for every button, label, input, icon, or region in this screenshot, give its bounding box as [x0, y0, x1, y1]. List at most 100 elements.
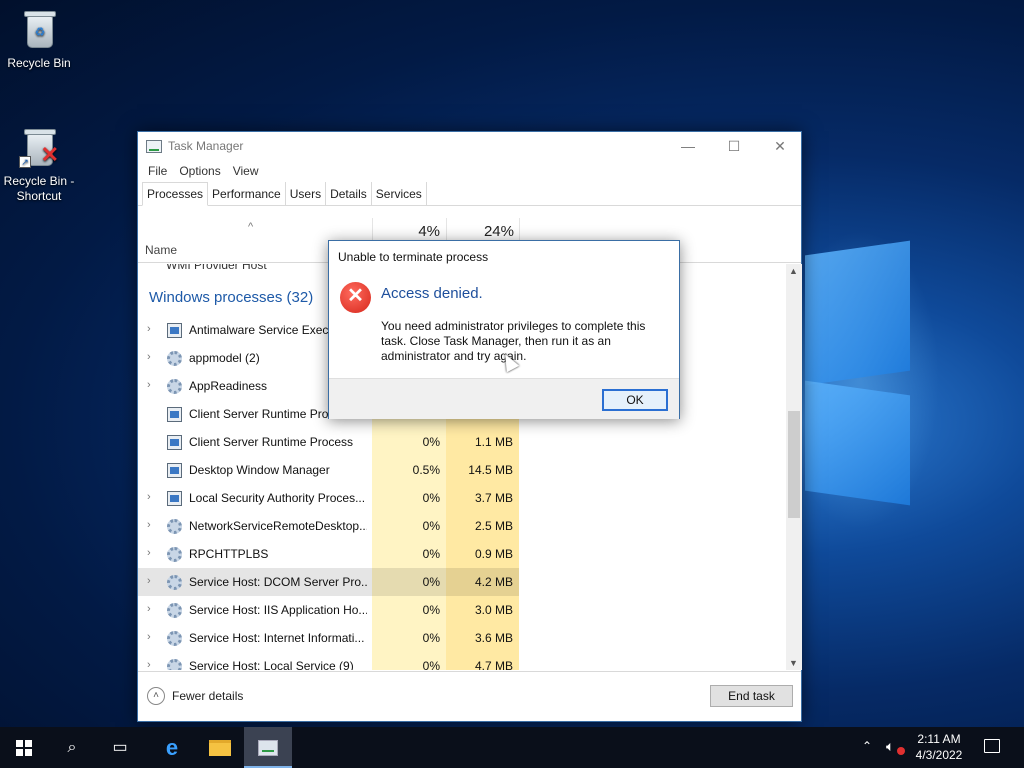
column-header-memory[interactable]: 24%	[448, 223, 514, 240]
task-manager-taskbar-icon[interactable]	[244, 727, 292, 768]
scroll-down-icon[interactable]: ▼	[789, 658, 798, 668]
desktop-icon-label: Recycle Bin - Shortcut	[3, 174, 75, 203]
gear-icon	[167, 519, 182, 534]
windows-logo-icon	[16, 739, 32, 756]
process-cpu: 0.5%	[412, 463, 440, 477]
recycle-bin-shortcut-icon: ✕ ↗	[19, 126, 59, 170]
desktop-icon-recycle-bin[interactable]: ♻ Recycle Bin	[1, 8, 77, 71]
gear-icon	[167, 351, 182, 366]
title-bar[interactable]: Task Manager — ☐ ✕	[138, 132, 801, 160]
window-icon	[167, 435, 182, 450]
vertical-scrollbar[interactable]: ▲ ▼	[786, 264, 802, 670]
chevron-right-icon[interactable]: ›	[147, 351, 151, 363]
ok-button[interactable]: OK	[602, 389, 668, 411]
tab-performance[interactable]: Performance	[208, 182, 286, 205]
dialog-message: You need administrator privileges to com…	[381, 319, 646, 363]
desktop-icon-label: Recycle Bin	[7, 56, 71, 70]
process-memory: 3.7 MB	[474, 491, 513, 505]
process-cpu: 0%	[422, 435, 440, 449]
chevron-right-icon[interactable]: ›	[147, 603, 151, 615]
action-center-icon[interactable]	[984, 739, 1000, 753]
system-clock[interactable]: 2:11 AM 4/3/2022	[908, 731, 970, 763]
process-name: Service Host: Internet Informati...	[189, 631, 365, 645]
task-manager-window: Task Manager — ☐ ✕ File Options View Pro…	[137, 131, 802, 722]
process-cpu: 0%	[422, 491, 440, 505]
file-explorer-icon[interactable]	[196, 727, 244, 768]
table-row[interactable]: › NetworkServiceRemoteDesktop... 0% 2.5 MB	[138, 512, 519, 540]
chevron-right-icon[interactable]: ›	[147, 631, 151, 643]
process-name: Desktop Window Manager	[189, 463, 330, 477]
chevron-right-icon[interactable]: ›	[147, 491, 151, 503]
search-icon[interactable]: ⌕	[48, 727, 96, 768]
table-row[interactable]: › Service Host: IIS Application Ho... 0% 3.…	[138, 596, 519, 624]
desktop-icon-recycle-bin-shortcut[interactable]: ✕ ↗ Recycle Bin - Shortcut	[1, 126, 77, 204]
chevron-right-icon[interactable]: ›	[147, 379, 151, 391]
process-cpu: 0%	[422, 659, 440, 670]
start-button[interactable]	[0, 727, 48, 768]
internet-explorer-icon[interactable]: e	[148, 727, 196, 768]
table-row[interactable]: › Service Host: DCOM Server Pro... 0% 4.2 M…	[138, 568, 519, 596]
error-icon: ✕	[340, 282, 371, 313]
task-view-icon[interactable]: ▭	[96, 727, 144, 768]
menu-options[interactable]: Options	[173, 160, 226, 182]
error-x-icon: ✕	[40, 142, 59, 167]
tab-bar: Processes Performance Users Details Serv…	[138, 182, 801, 206]
process-cpu: 0%	[422, 575, 440, 589]
process-memory: 3.6 MB	[474, 631, 513, 645]
process-memory: 3.0 MB	[474, 603, 513, 617]
chevron-right-icon[interactable]: ›	[147, 659, 151, 670]
process-cpu: 0%	[422, 603, 440, 617]
menu-file[interactable]: File	[142, 160, 173, 182]
task-manager-icon	[146, 140, 162, 153]
table-row[interactable]: Client Server Runtime Process 0% 1.1 MB	[138, 428, 519, 456]
end-task-button[interactable]: End task	[710, 685, 793, 707]
clock-time: 2:11 AM	[917, 732, 961, 746]
table-row[interactable]: › Service Host: Internet Informati... 0% 3.…	[138, 624, 519, 652]
maximize-button[interactable]: ☐	[711, 132, 757, 160]
chevron-right-icon[interactable]: ›	[147, 575, 151, 587]
process-name: Service Host: IIS Application Ho...	[189, 603, 367, 617]
column-header-name[interactable]: Name	[145, 243, 177, 257]
wallpaper-logo-pane-top	[805, 240, 910, 386]
window-icon	[167, 463, 182, 478]
volume-icon[interactable]: 🔈︎	[886, 738, 894, 755]
show-hidden-icons-chevron-icon[interactable]: ⌃	[862, 739, 872, 753]
process-cpu: 0%	[422, 519, 440, 533]
no-audio-device-icon	[897, 747, 905, 755]
process-memory: 2.5 MB	[474, 519, 513, 533]
recycle-bin-icon: ♻	[19, 8, 59, 52]
close-button[interactable]: ✕	[757, 132, 803, 160]
process-memory: 14.5 MB	[468, 463, 513, 477]
minimize-button[interactable]: —	[665, 132, 711, 160]
tab-processes[interactable]: Processes	[142, 182, 209, 206]
dialog-title: Unable to terminate process	[338, 250, 489, 264]
partial-row-label[interactable]: WMI Provider Host	[166, 264, 267, 272]
process-name: NetworkServiceRemoteDesktop...	[189, 519, 367, 533]
gear-icon	[167, 603, 182, 618]
table-row[interactable]: Desktop Window Manager 0.5% 14.5 MB	[138, 456, 519, 484]
error-dialog: Unable to terminate process ✕ Access den…	[328, 240, 680, 419]
process-name: Service Host: Local Service (9)	[189, 659, 354, 670]
gear-icon	[167, 547, 182, 562]
sort-ascending-icon[interactable]: ^	[248, 221, 253, 233]
chevron-up-circle-icon[interactable]: ˄	[147, 687, 165, 705]
table-row[interactable]: › Service Host: Local Service (9) 0% 4.7 MB	[138, 652, 519, 670]
footer-bar: ˄ Fewer details End task	[138, 671, 801, 721]
scroll-up-icon[interactable]: ▲	[789, 266, 798, 276]
tab-services[interactable]: Services	[372, 182, 427, 205]
chevron-right-icon[interactable]: ›	[147, 519, 151, 531]
chevron-right-icon[interactable]: ›	[147, 547, 151, 559]
menu-bar: File Options View	[138, 160, 801, 182]
scrollbar-thumb[interactable]	[788, 411, 800, 518]
column-header-cpu[interactable]: 4%	[374, 223, 440, 240]
chevron-right-icon[interactable]: ›	[147, 323, 151, 335]
table-row[interactable]: › Local Security Authority Proces... 0% 3.7…	[138, 484, 519, 512]
gear-icon	[167, 631, 182, 646]
tab-users[interactable]: Users	[286, 182, 327, 205]
table-row[interactable]: › RPCHTTPLBS 0% 0.9 MB	[138, 540, 519, 568]
fewer-details-link[interactable]: Fewer details	[172, 689, 243, 703]
tab-details[interactable]: Details	[326, 182, 372, 205]
process-memory: 4.2 MB	[474, 575, 513, 589]
menu-view[interactable]: View	[227, 160, 265, 182]
process-name: Service Host: DCOM Server Pro...	[189, 575, 367, 589]
